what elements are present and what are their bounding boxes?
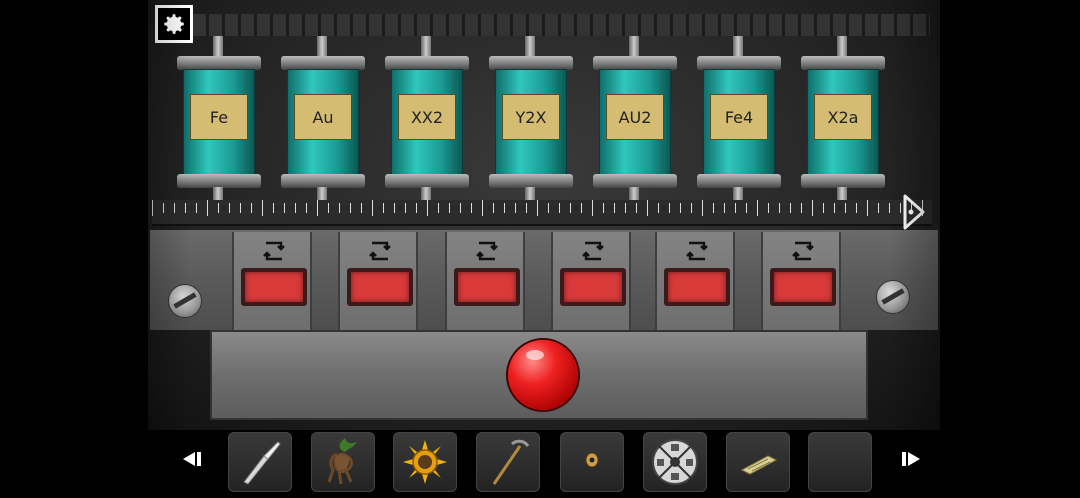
canister-cap (593, 174, 677, 188)
canister-label: Au (294, 94, 352, 140)
inventory-slot-5[interactable] (560, 432, 624, 492)
canister-2[interactable]: Au (281, 36, 365, 200)
inventory-slot-1[interactable] (228, 432, 292, 492)
canister-label: XX2 (398, 94, 456, 140)
cycle-icon[interactable] (367, 239, 393, 263)
canister-pin (525, 36, 535, 58)
ruler-track (152, 200, 932, 226)
scalpel-icon (243, 441, 281, 485)
canister-pin (629, 187, 639, 200)
inventory-slot-7[interactable] (726, 432, 790, 492)
canister-label: X2a (814, 94, 872, 140)
indicator-light[interactable] (241, 268, 307, 306)
symbol-disc-icon (652, 439, 698, 485)
canister-label: Fe4 (710, 94, 768, 140)
slot-1 (232, 232, 312, 330)
canister-4[interactable]: Y2X (489, 36, 573, 200)
canister-cap (801, 56, 885, 70)
cycle-icon[interactable] (790, 239, 816, 263)
slot-5 (655, 232, 735, 330)
slot-6 (761, 232, 841, 330)
canister-pin (213, 36, 223, 58)
screw-right (876, 280, 910, 314)
indicator-light[interactable] (347, 268, 413, 306)
slot-2 (338, 232, 418, 330)
cycle-icon[interactable] (474, 239, 500, 263)
indicator-light[interactable] (454, 268, 520, 306)
canister-label: Y2X (502, 94, 560, 140)
slot-3 (445, 232, 525, 330)
canister-pin (213, 187, 223, 200)
inventory-slot-6[interactable] (643, 432, 707, 492)
indicator-light[interactable] (770, 268, 836, 306)
canister-cap (489, 174, 573, 188)
eye-bead-icon (585, 452, 599, 468)
canister-pin (733, 187, 743, 200)
canister-pin (317, 187, 327, 200)
cycle-icon[interactable] (684, 239, 710, 263)
top-rail (190, 14, 930, 36)
cycle-icon[interactable] (580, 239, 606, 263)
canister-pin (421, 36, 431, 58)
canister-1[interactable]: Fe (177, 36, 261, 200)
canister-cap (801, 174, 885, 188)
inventory-slot-3[interactable] (393, 432, 457, 492)
mandrake-root-icon (327, 438, 357, 485)
inventory-slot-4[interactable] (476, 432, 540, 492)
canister-pin (629, 36, 639, 58)
inventory-prev-icon[interactable] (181, 450, 203, 468)
indicator-light[interactable] (560, 268, 626, 306)
canister-cap (385, 174, 469, 188)
cycle-icon[interactable] (261, 239, 287, 263)
canister-cap (593, 56, 677, 70)
canister-3[interactable]: XX2 (385, 36, 469, 200)
canister-5[interactable]: AU2 (593, 36, 677, 200)
canister-cap (385, 56, 469, 70)
canister-pin (317, 36, 327, 58)
canister-7[interactable]: X2a (801, 36, 885, 200)
big-red-button[interactable] (508, 340, 578, 410)
screw-left (168, 284, 202, 318)
canister-6[interactable]: Fe4 (697, 36, 781, 200)
paper-note-icon (740, 455, 778, 475)
canister-pin (837, 187, 847, 200)
canister-label: AU2 (606, 94, 664, 140)
canister-pin (837, 36, 847, 58)
slot-4 (551, 232, 631, 330)
ruler-arrow-icon[interactable] (902, 194, 926, 230)
pickaxe-icon (492, 439, 530, 485)
canister-cap (489, 56, 573, 70)
inventory-next-icon[interactable] (900, 450, 922, 468)
canister-pin (525, 187, 535, 200)
gear-icon (164, 14, 184, 34)
canister-cap (281, 56, 365, 70)
canister-cap (697, 174, 781, 188)
inventory-slot-8-empty[interactable] (808, 432, 872, 492)
sun-medallion-icon (403, 440, 447, 484)
canister-label: Fe (190, 94, 248, 140)
canister-cap (177, 174, 261, 188)
canister-cap (697, 56, 781, 70)
inventory-slot-2[interactable] (311, 432, 375, 492)
canister-pin (421, 187, 431, 200)
canister-pin (733, 36, 743, 58)
indicator-light[interactable] (664, 268, 730, 306)
canister-cap (177, 56, 261, 70)
canister-cap (281, 174, 365, 188)
